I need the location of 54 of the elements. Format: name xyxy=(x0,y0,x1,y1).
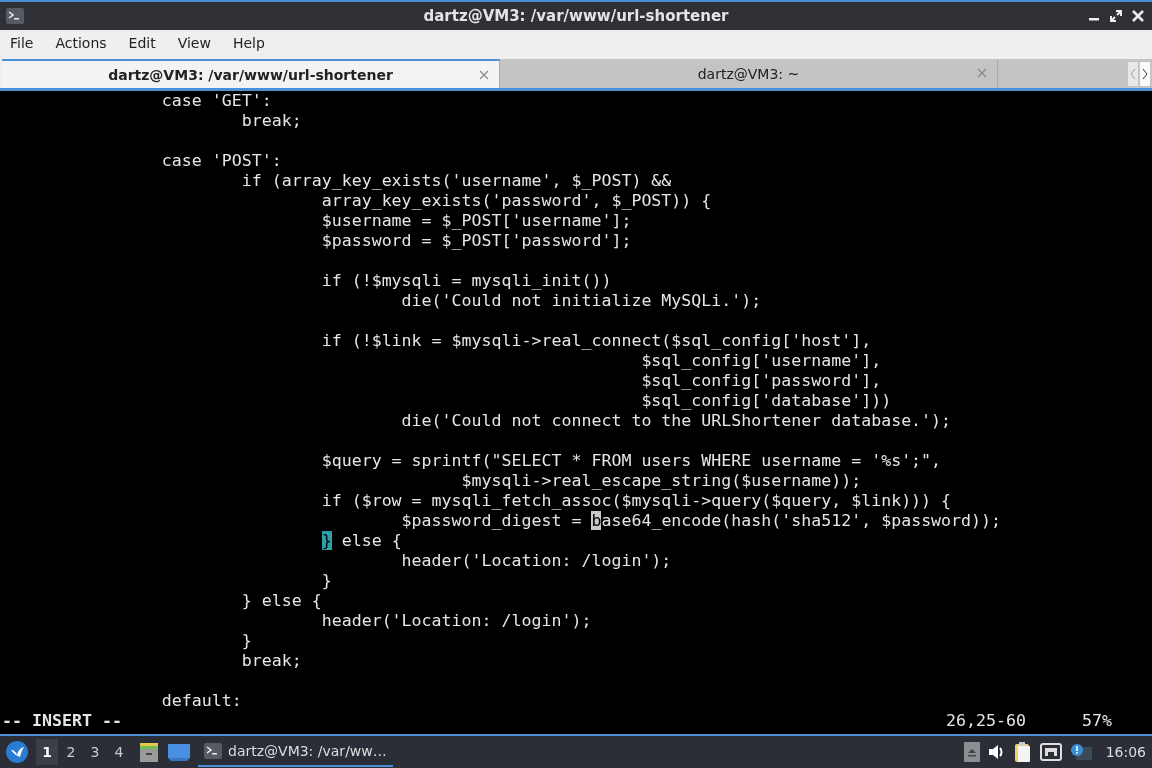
code-line: $password = $_POST['password']; xyxy=(320,231,632,250)
code-line: $username = $_POST['username']; xyxy=(320,211,632,230)
code-line: case 'GET': xyxy=(160,91,272,110)
code-line: die('Could not connect to the URLShortener database.'); xyxy=(400,411,952,430)
notification-icon[interactable] xyxy=(1069,743,1092,761)
file-cabinet-icon[interactable] xyxy=(138,741,160,763)
code-line: $mysqli->real_escape_string($username)); xyxy=(460,471,862,490)
taskbar-window-button[interactable]: dartz@VM3: /var/ww… xyxy=(198,737,393,767)
terminal-icon xyxy=(204,743,222,759)
code-line: $sql_config['database'])) xyxy=(640,391,892,410)
cursor-position: 26,25-60 xyxy=(946,711,1026,731)
code-line: header('Location: /login'); xyxy=(400,551,672,570)
code-line: array_key_exists('password', $_POST)) { xyxy=(320,191,712,210)
code-line: $query = sprintf("SELECT * FROM users WHERE username = '%s';", xyxy=(320,451,942,470)
workspace-button[interactable]: 4 xyxy=(108,739,130,765)
code-line: if (!$link = $mysqli->real_connect($sql_config['host'], xyxy=(320,331,872,350)
terminal-icon xyxy=(6,8,24,24)
menu-item[interactable]: Help xyxy=(232,35,265,51)
code-line: if ($row = mysqli_fetch_assoc($mysqli->query($query, $link))) { xyxy=(320,491,952,510)
network-icon[interactable] xyxy=(1039,743,1062,761)
terminal-tab[interactable]: dartz@VM3: ~ xyxy=(500,59,998,88)
code-line: if (array_key_exists('username', $_POST) && xyxy=(240,171,672,190)
clipboard-icon[interactable] xyxy=(1013,741,1032,763)
workspace-button[interactable]: 2 xyxy=(60,739,82,765)
menu-item[interactable]: Actions xyxy=(55,35,107,51)
code-line: } xyxy=(240,631,252,650)
start-menu-icon[interactable] xyxy=(6,741,28,763)
code-line: } xyxy=(320,571,332,590)
terminal-tab[interactable]: dartz@VM3: /var/www/url-shortener xyxy=(2,59,500,88)
scroll-percent: 57% xyxy=(1082,711,1112,731)
code-line: default: xyxy=(160,691,242,710)
code-line: $sql_config['username'], xyxy=(640,351,882,370)
code-line: header('Location: /login'); xyxy=(320,611,592,630)
menu-item[interactable]: File xyxy=(10,35,34,51)
code-line: die('Could not initialize MySQLi.'); xyxy=(400,291,762,310)
menu-item[interactable]: View xyxy=(177,35,211,51)
code-line: $password_digest = base64_encode(hash('sha512', $password)); xyxy=(400,511,1002,530)
code-line: } else { xyxy=(240,591,322,610)
eject-icon[interactable] xyxy=(963,742,980,762)
code-line: break; xyxy=(240,111,302,130)
desktop-icon[interactable] xyxy=(168,742,190,762)
maximize-icon[interactable] xyxy=(1110,10,1122,22)
clock: 16:06 xyxy=(1105,744,1146,760)
code-line: $sql_config['password'], xyxy=(640,371,882,390)
code-line: break; xyxy=(240,651,302,670)
workspace-button[interactable]: 3 xyxy=(84,739,106,765)
code-line: } else { xyxy=(320,531,402,550)
code-line: case 'POST': xyxy=(160,151,282,170)
mode-indicator: -- INSERT -- xyxy=(1,711,122,731)
scroll-right-icon[interactable] xyxy=(1140,61,1150,86)
workspace-button[interactable]: 1 xyxy=(36,739,58,765)
menu-item[interactable]: Edit xyxy=(128,35,156,51)
code-line: if (!$mysqli = mysqli_init()) xyxy=(320,271,612,290)
window-title: dartz@VM3: /var/www/url-shortener xyxy=(422,7,730,25)
